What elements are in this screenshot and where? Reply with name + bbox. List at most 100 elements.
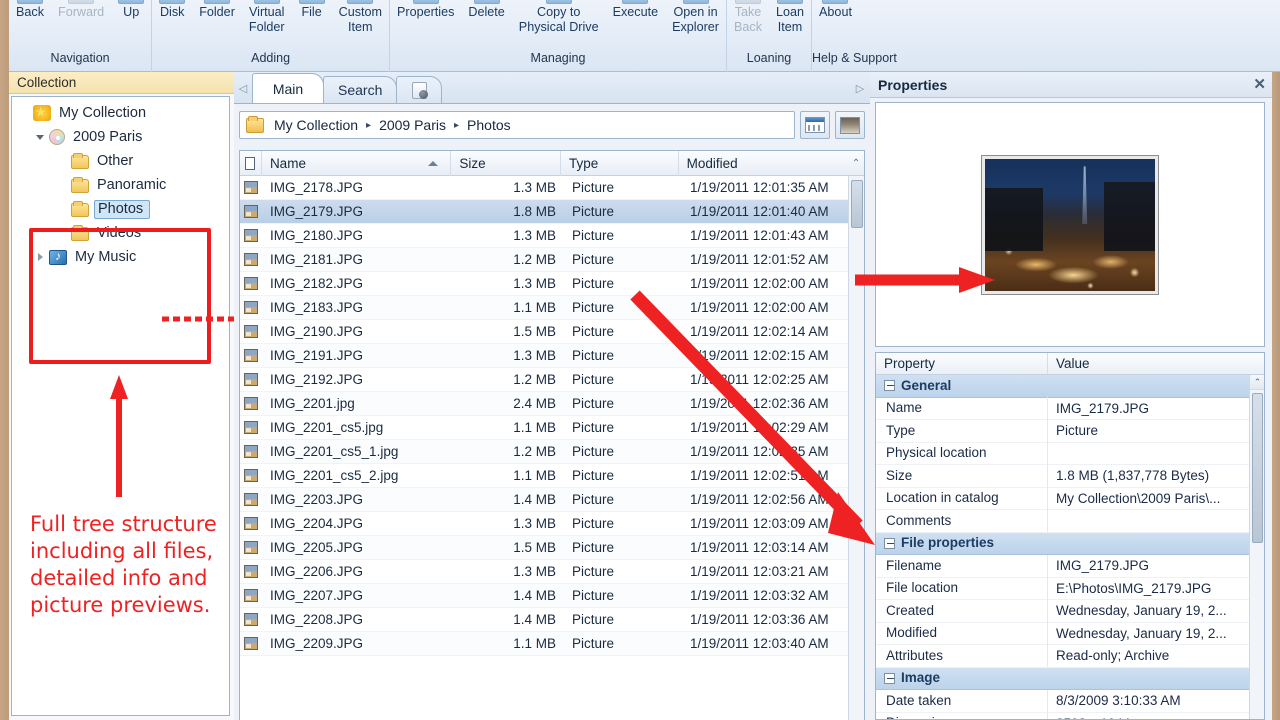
ribbon-button-execute[interactable]: Execute <box>606 0 666 20</box>
ribbon-button-open-in-explorer[interactable]: Open in Explorer <box>665 0 726 35</box>
property-row[interactable]: Date taken 8/3/2009 3:10:33 AM <box>876 689 1264 713</box>
table-row[interactable]: IMG_2205.JPG 1.5 MB Picture 1/19/2011 12:03… <box>240 536 864 560</box>
ribbon-button-back[interactable]: Back <box>9 0 51 20</box>
table-row[interactable]: IMG_2183.JPG 1.1 MB Picture 1/19/2011 12:02… <box>240 296 864 320</box>
property-group-file-properties[interactable]: File properties <box>876 532 1264 555</box>
collapse-icon[interactable] <box>884 537 895 549</box>
ribbon-button-about[interactable]: About <box>812 0 859 20</box>
table-row[interactable]: IMG_2201.jpg 2.4 MB Picture 1/19/2011 12:02… <box>240 392 864 416</box>
ribbon-button-folder[interactable]: Folder <box>192 0 242 20</box>
property-row[interactable]: File location E:\Photos\IMG_2179.JPG <box>876 577 1264 600</box>
property-row[interactable]: Name IMG_2179.JPG <box>876 397 1264 420</box>
table-row[interactable]: IMG_2201_cs5.jpg 1.1 MB Picture 1/19/2011 1… <box>240 416 864 440</box>
table-row[interactable]: IMG_2180.JPG 1.3 MB Picture 1/19/2011 12:01… <box>240 224 864 248</box>
table-row[interactable]: IMG_2203.JPG 1.4 MB Picture 1/19/2011 12:02… <box>240 488 864 512</box>
collapse-icon[interactable] <box>884 380 895 392</box>
tree-item-videos[interactable]: Videos <box>12 221 229 245</box>
table-row[interactable]: IMG_2192.JPG 1.2 MB Picture 1/19/2011 12:02… <box>240 368 864 392</box>
property-row[interactable]: Filename IMG_2179.JPG <box>876 554 1264 578</box>
table-row[interactable]: IMG_2208.JPG 1.4 MB Picture 1/19/2011 12:03… <box>240 608 864 632</box>
table-row[interactable]: IMG_2191.JPG 1.3 MB Picture 1/19/2011 12:02… <box>240 344 864 368</box>
properties-grid[interactable]: Property Value General Name IMG_2179.JPG Ty… <box>875 352 1265 720</box>
property-row[interactable]: Location in catalog My Collection\2009 Pa… <box>876 487 1264 510</box>
column-header-icon[interactable] <box>240 151 262 176</box>
table-row[interactable]: IMG_2204.JPG 1.3 MB Picture 1/19/2011 12:03… <box>240 512 864 536</box>
column-header-modified[interactable]: Modified <box>679 151 848 176</box>
tree-item-other[interactable]: Other <box>12 149 229 173</box>
folder-icon <box>204 0 231 4</box>
ribbon-button-label: Virtual Folder <box>248 5 285 34</box>
collapse-icon[interactable] <box>884 672 895 684</box>
cell-name: IMG_2190.JPG <box>270 324 364 339</box>
disc-search-icon <box>411 81 428 99</box>
properties-grid-header-value: Value <box>1056 356 1090 371</box>
tab-disc-search-icon[interactable] <box>396 76 443 103</box>
property-group-general[interactable]: General <box>876 375 1264 398</box>
table-row[interactable]: IMG_2178.JPG 1.3 MB Picture 1/19/2011 12:01… <box>240 176 864 200</box>
tab-scroll-right-icon[interactable]: ▷ <box>850 73 870 103</box>
file-list[interactable]: Name Size Type Modified ⌃ IMG_2178.JPG 1.… <box>239 150 865 720</box>
property-row[interactable]: Comments <box>876 509 1264 533</box>
file-list-scroll-up-icon[interactable]: ⌃ <box>848 151 864 176</box>
table-row[interactable]: IMG_2181.JPG 1.2 MB Picture 1/19/2011 12:01… <box>240 248 864 272</box>
tree-item-2009-paris[interactable]: 2009 Paris <box>12 125 229 149</box>
property-row[interactable]: Size 1.8 MB (1,837,778 Bytes) <box>876 464 1264 488</box>
ribbon-button-virtual-folder[interactable]: Virtual Folder <box>242 0 292 35</box>
tree-item-photos[interactable]: Photos <box>12 197 229 221</box>
column-header-type[interactable]: Type <box>561 151 679 176</box>
ribbon-group-buttons: Disk Folder Virtual Folder File Custom Item <box>152 0 389 50</box>
file-icon-cell <box>240 517 262 530</box>
property-row[interactable]: Attributes Read-only; Archive <box>876 644 1264 668</box>
table-row[interactable]: IMG_2182.JPG 1.3 MB Picture 1/19/2011 12:02… <box>240 272 864 296</box>
property-row[interactable]: Created Wednesday, January 19, 2... <box>876 599 1264 623</box>
column-header-size[interactable]: Size <box>451 151 561 176</box>
ribbon-button-delete[interactable]: Delete <box>461 0 511 20</box>
breadcrumb-item-2[interactable]: Photos <box>464 117 514 133</box>
tab-search[interactable]: Search <box>323 76 398 103</box>
property-row[interactable]: Modified Wednesday, January 19, 2... <box>876 622 1264 645</box>
table-row[interactable]: IMG_2179.JPG 1.8 MB Picture 1/19/2011 12:01… <box>240 200 864 224</box>
table-row[interactable]: IMG_2190.JPG 1.5 MB Picture 1/19/2011 12:02… <box>240 320 864 344</box>
tab-scroll-left-icon[interactable]: ◁ <box>234 73 252 103</box>
close-icon[interactable]: ✕ <box>1253 77 1266 92</box>
property-group-image[interactable]: Image <box>876 667 1264 690</box>
file-list-scrollbar-thumb[interactable] <box>851 180 863 228</box>
ribbon-button-custom-item[interactable]: Custom Item <box>332 0 389 35</box>
property-row[interactable]: Physical location <box>876 442 1264 465</box>
property-row[interactable]: Dimension2592 x 1944 <box>876 712 1264 719</box>
ribbon-button-loan-item[interactable]: Loan Item <box>769 0 811 35</box>
tree-item-my-music[interactable]: My Music <box>12 245 229 269</box>
breadcrumb-item-0[interactable]: My Collection <box>271 117 361 133</box>
breadcrumb[interactable]: My Collection ▸ 2009 Paris ▸ Photos <box>239 111 795 139</box>
file-list-scrollbar[interactable] <box>848 176 864 720</box>
ribbon-button-file[interactable]: File <box>292 0 332 20</box>
ribbon-button-up[interactable]: Up <box>111 0 151 20</box>
table-row[interactable]: IMG_2201_cs5_2.jpg 1.1 MB Picture 1/19/2011… <box>240 464 864 488</box>
table-row[interactable]: IMG_2209.JPG 1.1 MB Picture 1/19/2011 12:03… <box>240 632 864 656</box>
tree-item-panoramic[interactable]: Panoramic <box>12 173 229 197</box>
properties-scroll-up-icon[interactable]: ⌃ <box>1250 375 1264 390</box>
collection-tree[interactable]: My Collection 2009 Paris Other Panoramic Pho… <box>11 96 282 716</box>
tree-item-my-collection[interactable]: My Collection <box>12 101 229 125</box>
chevron-right-icon[interactable] <box>34 251 47 264</box>
details-view-button[interactable] <box>800 111 830 139</box>
properties-grid-scrollbar[interactable]: ⌃ <box>1249 375 1264 719</box>
cell-modified: 1/19/2011 12:02:51 AM <box>690 468 829 483</box>
table-row[interactable]: IMG_2201_cs5_1.jpg 1.2 MB Picture 1/19/2011… <box>240 440 864 464</box>
property-row[interactable]: Type Picture <box>876 419 1264 443</box>
ribbon-button-disk[interactable]: Disk <box>152 0 192 20</box>
image-preview-box <box>875 102 1265 347</box>
cell-size: 1.3 MB <box>513 516 556 531</box>
tree-item-label-wrap: Panoramic <box>94 177 169 193</box>
ribbon-button-properties[interactable]: Properties <box>390 0 461 20</box>
thumbnail-view-button[interactable] <box>835 111 865 139</box>
column-header-name[interactable]: Name <box>262 151 452 176</box>
table-row[interactable]: IMG_2207.JPG 1.4 MB Picture 1/19/2011 12:03… <box>240 584 864 608</box>
breadcrumb-item-1[interactable]: 2009 Paris <box>376 117 449 133</box>
ribbon-button-copy-to-physical-drive[interactable]: Copy to Physical Drive <box>512 0 606 35</box>
tab-main[interactable]: Main <box>252 73 324 103</box>
image-preview-frame[interactable] <box>981 154 1159 295</box>
table-row[interactable]: IMG_2206.JPG 1.3 MB Picture 1/19/2011 12:03… <box>240 560 864 584</box>
chevron-down-icon[interactable] <box>34 131 47 144</box>
properties-scrollbar-thumb[interactable] <box>1252 393 1263 543</box>
